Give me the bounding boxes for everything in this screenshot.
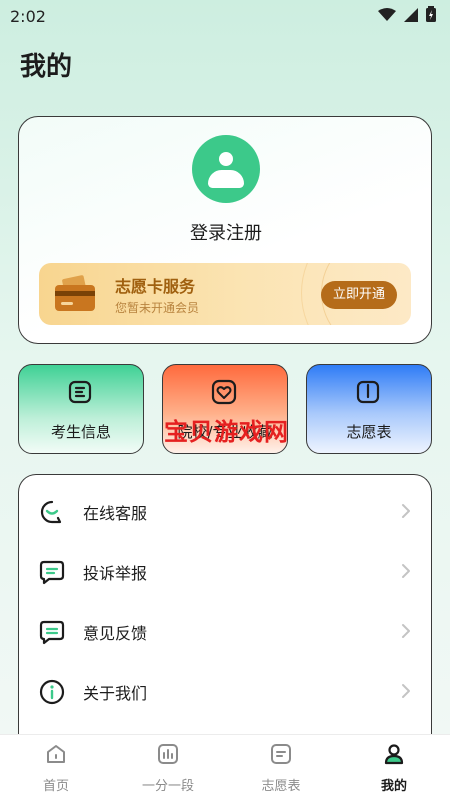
menu-item-complaint[interactable]: 投诉举报 bbox=[19, 541, 431, 601]
menu-item-label: 关于我们 bbox=[83, 684, 148, 703]
tile-application-form[interactable]: 志愿表 bbox=[306, 364, 432, 454]
chevron-right-icon bbox=[401, 563, 411, 583]
status-time: 2:02 bbox=[10, 6, 46, 26]
membership-card-icon bbox=[53, 275, 97, 317]
nav-label: 首页 bbox=[42, 779, 69, 794]
profile-card: 登录注册 志愿卡服务 您暂未开通会员 立即开通 bbox=[18, 116, 432, 344]
nav-application-form[interactable]: 志愿表 bbox=[225, 735, 337, 800]
headset-icon bbox=[39, 499, 65, 529]
avatar[interactable] bbox=[192, 135, 260, 203]
wifi-icon bbox=[378, 7, 396, 26]
home-icon bbox=[45, 743, 67, 769]
activate-membership-button[interactable]: 立即开通 bbox=[320, 281, 397, 309]
info-icon bbox=[39, 679, 65, 709]
vip-banner[interactable]: 志愿卡服务 您暂未开通会员 立即开通 bbox=[39, 263, 411, 325]
bottom-nav: 首页 一分一段 志愿表 我的 bbox=[0, 734, 450, 800]
vip-title: 志愿卡服务 bbox=[115, 277, 196, 296]
menu-item-label: 在线客服 bbox=[83, 504, 148, 523]
list-icon bbox=[67, 379, 93, 409]
heart-icon bbox=[211, 379, 237, 409]
tile-label: 考生信息 bbox=[50, 423, 111, 441]
nav-label: 我的 bbox=[380, 779, 407, 794]
nav-profile[interactable]: 我的 bbox=[338, 735, 450, 800]
battery-icon bbox=[426, 6, 436, 26]
status-bar: 2:02 bbox=[0, 0, 450, 32]
tile-student-info[interactable]: 考生信息 bbox=[18, 364, 144, 454]
avatar-body bbox=[208, 170, 244, 188]
book-icon bbox=[355, 379, 381, 409]
form-icon bbox=[270, 743, 292, 769]
nav-score-rank[interactable]: 一分一段 bbox=[112, 735, 224, 800]
chart-icon bbox=[157, 743, 179, 769]
page-title: 我的 bbox=[20, 52, 73, 82]
person-icon bbox=[383, 743, 405, 769]
menu-item-online-service[interactable]: 在线客服 bbox=[19, 481, 431, 541]
menu-item-label: 意见反馈 bbox=[83, 624, 148, 643]
nav-label: 一分一段 bbox=[141, 779, 194, 794]
vip-subtitle: 您暂未开通会员 bbox=[115, 301, 200, 315]
menu-item-feedback[interactable]: 意见反馈 bbox=[19, 601, 431, 661]
nav-label: 志愿表 bbox=[261, 779, 301, 794]
menu-item-about[interactable]: 关于我们 bbox=[19, 661, 431, 721]
avatar-head bbox=[219, 152, 233, 166]
login-register-link[interactable]: 登录注册 bbox=[19, 219, 433, 245]
chat-icon bbox=[39, 559, 65, 589]
tile-label: 志愿表 bbox=[346, 423, 392, 441]
watermark-text: 宝贝游戏网 bbox=[164, 418, 289, 446]
status-icons bbox=[378, 6, 436, 26]
chevron-right-icon bbox=[401, 683, 411, 703]
signal-icon bbox=[404, 7, 418, 26]
chevron-right-icon bbox=[401, 503, 411, 523]
nav-home[interactable]: 首页 bbox=[0, 735, 112, 800]
chevron-right-icon bbox=[401, 623, 411, 643]
menu-list: 在线客服 投诉举报 意见反馈 关于我们 bbox=[18, 474, 432, 736]
menu-item-label: 投诉举报 bbox=[83, 564, 148, 583]
feedback-icon bbox=[39, 619, 65, 649]
